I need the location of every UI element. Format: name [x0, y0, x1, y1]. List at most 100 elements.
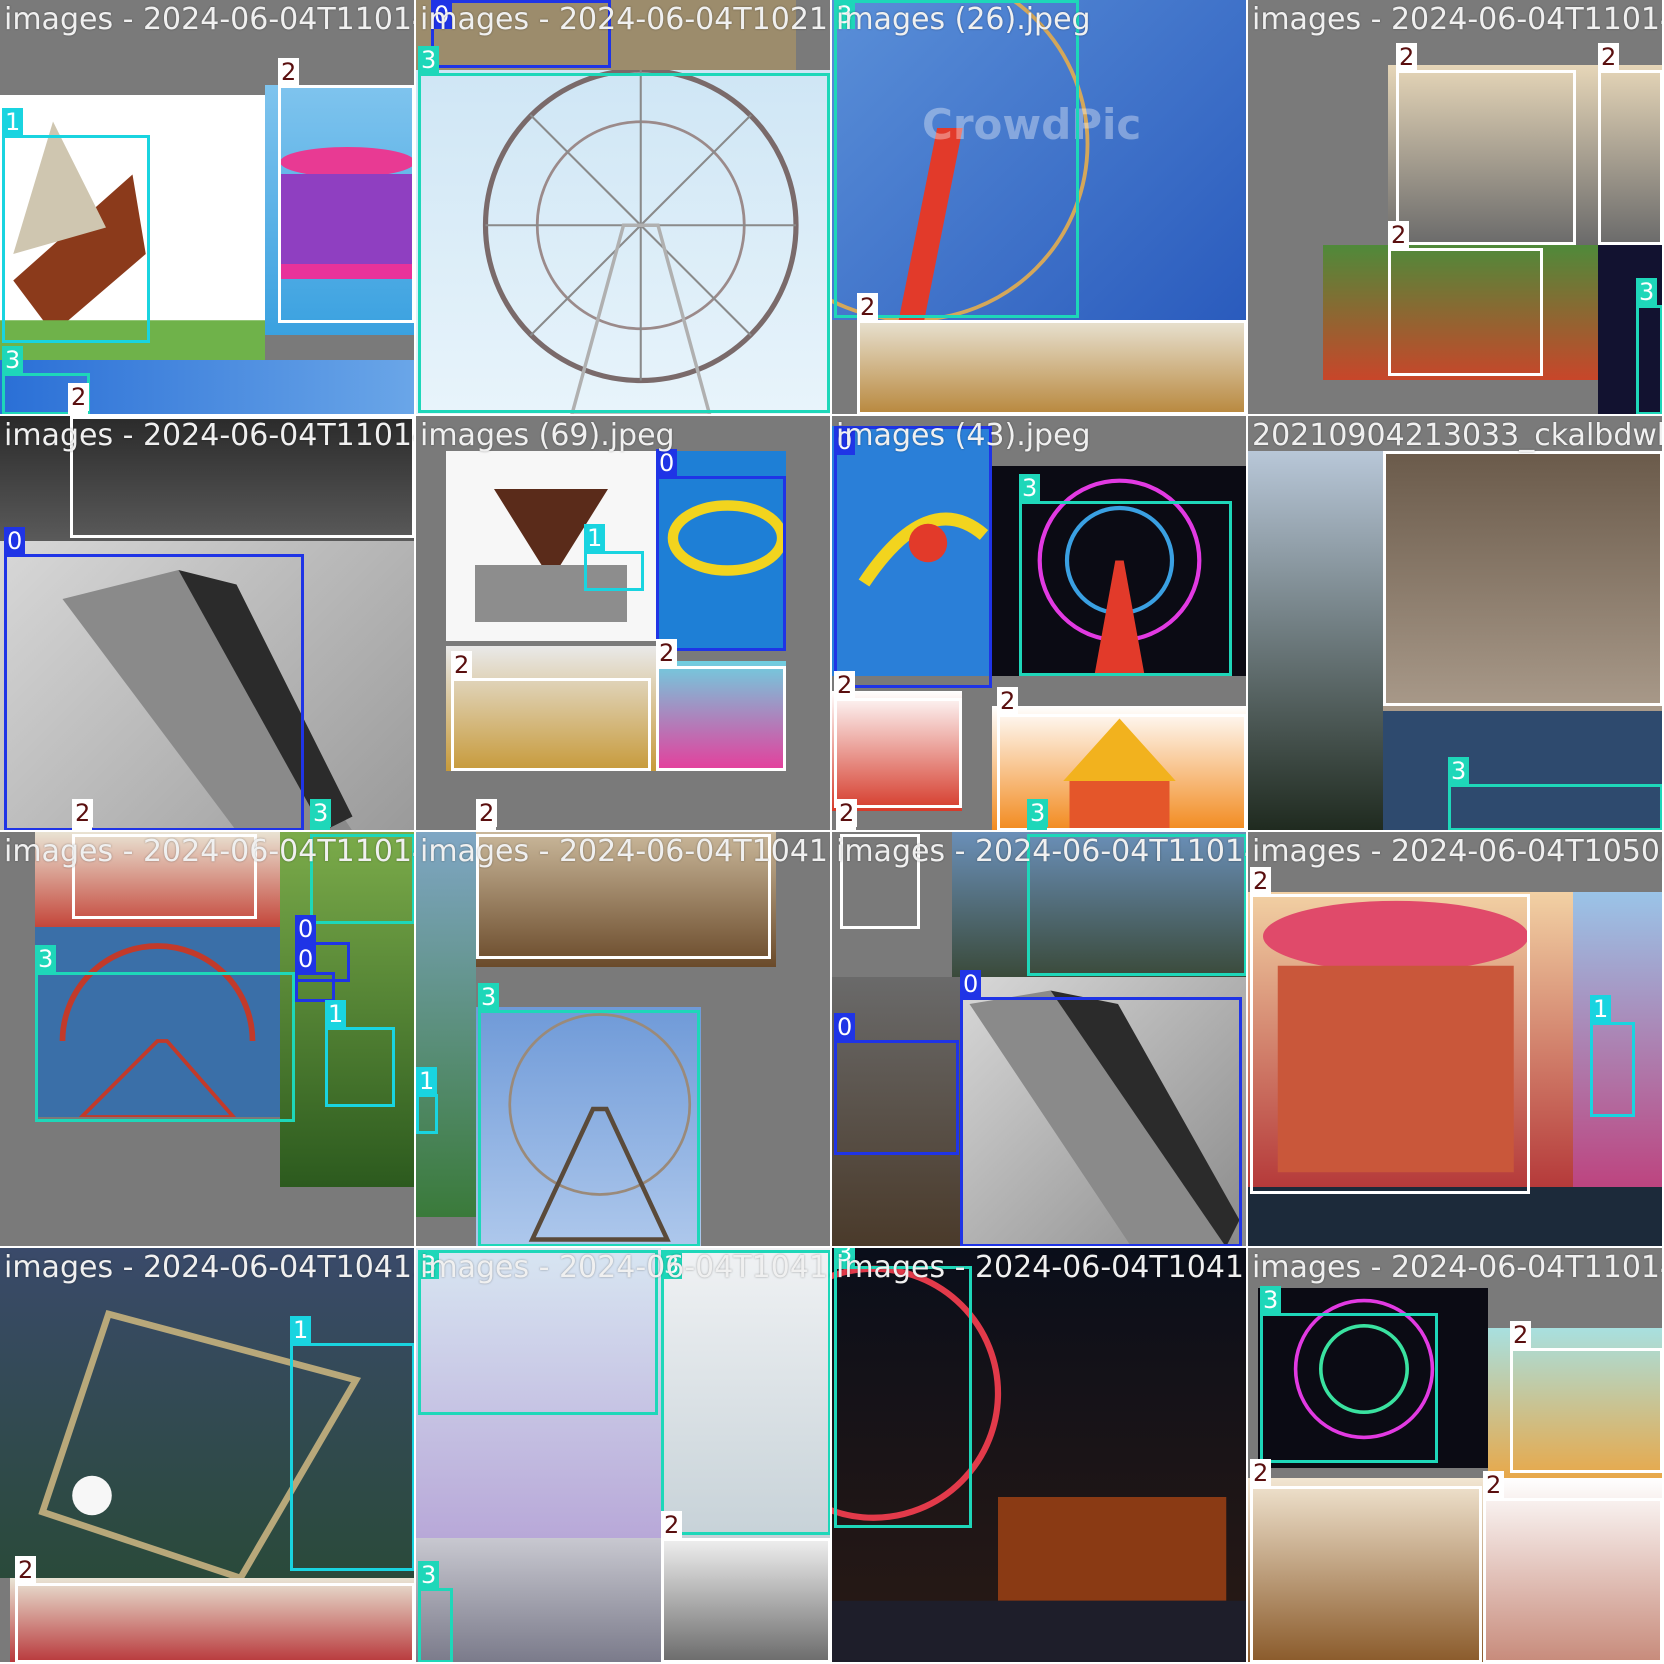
bbox-class-3: 3	[661, 1250, 830, 1535]
tile-title: images - 2024-06-04T104154	[4, 1250, 416, 1285]
bbox-class-3: 3	[834, 0, 1079, 318]
mosaic-tile: 20210904213033_ckalbdwh 3	[1248, 416, 1664, 832]
bbox-label: 2	[656, 639, 678, 667]
bbox-label: 2	[661, 1511, 683, 1539]
bbox-class-1: 1	[290, 1316, 414, 1571]
bbox-class-2: 2	[1483, 1471, 1662, 1662]
mosaic-tile: images - 2024-06-04T110140.314.jpeg 0 0	[832, 832, 1248, 1248]
mosaic-tile: images - 2024-06-04T110149.335.jpeg 0 2 …	[0, 416, 416, 832]
bbox-label: 3	[1019, 474, 1041, 502]
bbox-class-2: 2	[1250, 1459, 1482, 1662]
bbox-label: 3	[418, 1561, 440, 1589]
bbox-class-3: 3	[1448, 757, 1662, 830]
bbox-class-0: 0	[4, 527, 304, 830]
bbox-label: 2	[834, 671, 856, 699]
bbox-label: 2	[1598, 43, 1620, 71]
bbox-label: 2	[1388, 221, 1410, 249]
bbox-class-2	[1383, 451, 1662, 706]
bbox-class-3: 3	[418, 46, 830, 413]
bbox-label: 2	[1396, 43, 1418, 71]
tile-title: images - 2024-06-04T102113.450.jpeg	[420, 2, 830, 37]
tile-title: images - 2024-06-04T110140	[1252, 2, 1664, 37]
mosaic-tile: images - 2024-06-04T102113.450.jpeg 0 3	[416, 0, 832, 416]
bbox-class-3: 3	[1636, 278, 1662, 414]
bbox-label: 0	[4, 527, 26, 555]
tile-title: images - 2024-06-04T105030	[1252, 834, 1664, 869]
bbox-label: 0	[960, 970, 982, 998]
bbox-class-2: 2	[661, 1511, 830, 1662]
tile-title: images - 2024-06-04T110140.125.jpeg	[4, 2, 414, 37]
tile-title: images - 2024-06-04T110149.376.jpeg	[4, 834, 414, 869]
bbox-label: 2	[1250, 867, 1272, 895]
bbox-label: 3	[310, 799, 332, 827]
bbox-class-1: 1	[325, 1000, 395, 1107]
bbox-label: 3	[1027, 799, 1049, 827]
bbox-class-2: 2	[451, 651, 651, 771]
bbox-class-2: 2	[1510, 1321, 1662, 1473]
photo-pirate-ride	[446, 451, 656, 641]
tile-title: images (69).jpeg	[420, 418, 675, 453]
bbox-label: 2	[68, 383, 90, 411]
bbox-label: 2	[15, 1556, 37, 1584]
bbox-label: 3	[1448, 757, 1470, 785]
bbox-label: 2	[857, 293, 879, 321]
tile-title: images - 2024-06-04T110140.314.jpeg	[836, 834, 1246, 869]
bbox-class-1: 1	[1590, 995, 1635, 1117]
mosaic-tile: images - 2024-06-04T110149.376.jpeg 0 0 …	[0, 832, 416, 1248]
mosaic-tile: images (43).jpeg 0 3 2 2 2 3	[832, 416, 1248, 832]
bbox-class-2: 2	[1396, 43, 1576, 245]
bbox-class-2: 2	[1598, 43, 1662, 245]
bbox-label: 0	[656, 449, 678, 477]
mosaic-tile: images - 2024-06-04T104154 1 2	[0, 1248, 416, 1664]
bbox-class-2: 2	[656, 639, 786, 771]
bbox-label: 2	[72, 799, 94, 827]
tile-title: images - 2024-06-04T104154.726.jpeg	[836, 1250, 1246, 1285]
tile-title: images - 2024-06-04T104154.165.jpeg	[420, 1250, 830, 1285]
bbox-class-2: 2	[834, 671, 962, 808]
photo-left-strip	[416, 832, 476, 1217]
mosaic-tile: CrowdPic images (26).jpeg 3 2	[832, 0, 1248, 416]
bbox-label: 1	[2, 108, 24, 136]
bbox-label: 1	[1590, 995, 1612, 1023]
bbox-label: 2	[1250, 1459, 1272, 1487]
bbox-label: 3	[418, 46, 440, 74]
bbox-label: 1	[325, 1000, 347, 1028]
mosaic-tile: images - 2024-06-04T105030 2 1	[1248, 832, 1664, 1248]
bbox-class-3: 3	[478, 983, 700, 1246]
bbox-class-0: 0	[834, 1013, 959, 1155]
bbox-class-0: 0	[656, 449, 786, 651]
bbox-label: 3	[478, 983, 500, 1011]
bbox-label: 1	[416, 1067, 438, 1095]
bbox-class-2: 2	[1250, 867, 1530, 1194]
mosaic-tile: images (69).jpeg 0 1 2 2 2	[416, 416, 832, 832]
bbox-label: 2	[997, 687, 1019, 715]
bbox-label: 2	[1483, 1471, 1505, 1499]
bbox-label: 0	[295, 945, 317, 973]
bbox-class-2: 2	[15, 1556, 414, 1662]
tile-title: images (26).jpeg	[836, 2, 1091, 37]
mosaic-tile: images - 2024-06-04T104154.207.jpeg 3 1	[416, 832, 832, 1248]
bbox-label: 2	[451, 651, 473, 679]
bbox-label: 2	[476, 799, 498, 827]
bbox-class-3: 3	[35, 945, 295, 1122]
tile-title: images - 2024-06-04T104154.207.jpeg	[420, 834, 830, 869]
bbox-class-0: 0	[834, 426, 992, 688]
mosaic-tile: images - 2024-06-04T110140 2 2 2 3	[1248, 0, 1664, 416]
tile-title: images - 2024-06-04T110140	[1252, 1250, 1664, 1285]
bbox-label: 2	[278, 58, 300, 86]
photo-bottom-dark	[1248, 1187, 1662, 1246]
bbox-class-1: 1	[584, 524, 644, 591]
bbox-class-2: 2	[278, 58, 414, 323]
bbox-class-0: 0	[960, 970, 1242, 1246]
bbox-label: 3	[35, 945, 57, 973]
tile-title: 20210904213033_ckalbdwh	[1252, 418, 1664, 453]
bbox-class-2: 2	[857, 293, 1246, 414]
bbox-class-3: 3	[1019, 474, 1232, 676]
bbox-class-3: 3	[834, 1248, 972, 1528]
tile-title: images - 2024-06-04T110149.335.jpeg	[4, 418, 414, 453]
bbox-label: 0	[834, 1013, 856, 1041]
bbox-label: 0	[295, 915, 317, 943]
mosaic-tile: images - 2024-06-04T104154.165.jpeg 3 3 …	[416, 1248, 832, 1664]
bbox-class-0: 0	[295, 945, 335, 1002]
photo-trees	[1248, 451, 1383, 830]
